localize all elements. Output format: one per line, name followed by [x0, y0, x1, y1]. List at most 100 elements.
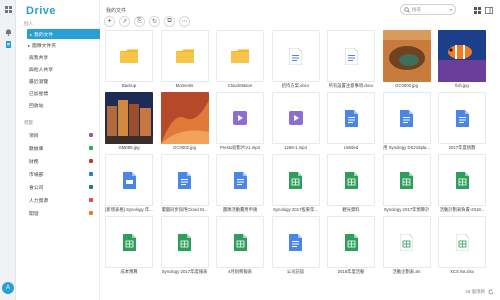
- file-tile[interactable]: 招待方案.docx: [269, 30, 320, 90]
- file-thumbnail[interactable]: [271, 30, 320, 82]
- file-tile[interactable]: 公司訪談: [269, 216, 320, 276]
- label-item-dev[interactable]: 開發: [16, 208, 100, 218]
- file-tile[interactable]: 活動企劃表.xls: [380, 216, 431, 276]
- file-tile[interactable]: 用 Synology DS218pla...: [380, 92, 431, 152]
- file-thumbnail[interactable]: [160, 154, 209, 206]
- file-name: Synology 2017股東年...: [273, 207, 318, 212]
- label-item-project[interactable]: 項目: [16, 130, 100, 140]
- file-thumbnail[interactable]: [438, 92, 486, 144]
- video-icon: [288, 111, 303, 125]
- file-tile[interactable]: [新增表格] Synology 年...: [102, 154, 153, 214]
- file-thumbnail[interactable]: [160, 30, 209, 82]
- file-tile[interactable]: 1268-1.mp4: [269, 92, 320, 152]
- file-name: CloudStation: [227, 83, 253, 88]
- sidebar-item-starred[interactable]: 已加星標: [16, 88, 100, 98]
- file-thumbnail[interactable]: [438, 216, 486, 268]
- folder-icon: [175, 49, 194, 63]
- duplicate-button[interactable]: ⧉: [164, 16, 175, 27]
- file-thumbnail[interactable]: [105, 30, 153, 82]
- file-thumbnail[interactable]: [271, 92, 320, 144]
- file-thumbnail[interactable]: [382, 216, 431, 268]
- file-tile[interactable]: fish.jpg: [435, 30, 486, 90]
- file-thumbnail[interactable]: [105, 92, 153, 144]
- file-tile[interactable]: GC0000.jpg: [380, 30, 431, 90]
- file-thumbnail[interactable]: [160, 92, 209, 144]
- file-thumbnail[interactable]: [271, 216, 320, 268]
- label-item-hr[interactable]: 人力資源: [16, 195, 100, 205]
- grid-icon[interactable]: [4, 5, 12, 13]
- file-tile[interactable]: Backup: [102, 30, 153, 90]
- file-thumbnail[interactable]: [382, 92, 431, 144]
- file-tile[interactable]: GC0002.jpg: [158, 92, 209, 152]
- grid-view-icon[interactable]: [472, 5, 482, 15]
- copy-button[interactable]: ⎘: [134, 16, 145, 27]
- label-name: 數據庫: [29, 146, 44, 152]
- word-file-icon: [289, 47, 302, 65]
- file-tile[interactable]: 所有設置注意事項.docx: [324, 30, 375, 90]
- spreadsheet-icon: [289, 171, 302, 189]
- drive-app: A Drive 個人 ▸ 我的文件 ▸ 團隊文件夾 與我共享 與他人共享 最近瀏…: [0, 0, 500, 300]
- breadcrumb[interactable]: 我的文件: [106, 7, 126, 14]
- chevron-down-icon[interactable]: ▾: [450, 7, 452, 12]
- label-item-marketing[interactable]: 市場部: [16, 169, 100, 179]
- file-tile[interactable]: 電腦同步與用Cloud St...: [158, 154, 209, 214]
- file-thumbnail[interactable]: [327, 92, 375, 144]
- refresh-icon[interactable]: [488, 289, 494, 295]
- file-thumbnail[interactable]: [438, 30, 486, 82]
- file-tile[interactable]: XCS list.xlsx: [435, 216, 486, 276]
- file-tile[interactable]: 團隊活動費用申請: [213, 154, 264, 214]
- file-thumbnail[interactable]: [327, 216, 375, 268]
- file-thumbnail[interactable]: [216, 92, 264, 144]
- sidebar-item-shared-with-me[interactable]: 與我共享: [16, 52, 100, 62]
- add-button[interactable]: +: [104, 16, 115, 27]
- file-tile[interactable]: 2018年度活動: [324, 216, 375, 276]
- label-item-database[interactable]: 數據庫: [16, 143, 100, 153]
- share-button[interactable]: ↗: [119, 16, 130, 27]
- sidebar-item-recycle-bin[interactable]: 回收站: [16, 100, 100, 110]
- file-tile[interactable]: GM089.jpg: [102, 92, 153, 152]
- more-button[interactable]: ⋯: [179, 16, 190, 27]
- file-thumbnail[interactable]: [271, 154, 320, 206]
- document-icon: [400, 109, 413, 127]
- search-input[interactable]: 搜尋 ▾: [400, 4, 456, 15]
- file-thumbnail[interactable]: [160, 216, 209, 268]
- file-thumbnail[interactable]: [327, 154, 375, 206]
- file-thumbnail[interactable]: [105, 216, 153, 268]
- file-name: 2018年度活動: [337, 269, 365, 274]
- file-tile[interactable]: 4月財務報表: [213, 216, 264, 276]
- file-tile[interactable]: Moments: [158, 30, 209, 90]
- sync-button[interactable]: ↻: [149, 16, 160, 27]
- file-thumbnail[interactable]: [327, 30, 375, 82]
- file-name: Presto短影片V1.mp4: [219, 145, 261, 150]
- file-tile[interactable]: CloudStation: [213, 30, 264, 90]
- sidebar-item-shared-with-others[interactable]: 與他人共享: [16, 64, 100, 74]
- sidebar-item-label: 與他人共享: [29, 67, 53, 73]
- file-tile[interactable]: 觀光資料: [324, 154, 375, 214]
- file-tile[interactable]: Synology 2017年度報表: [158, 216, 209, 276]
- image-thumbnail: [438, 30, 486, 82]
- file-tile[interactable]: Presto短影片V1.mp4: [213, 92, 264, 152]
- file-tile[interactable]: Synology 2017年預算計: [380, 154, 431, 214]
- label-item-finance[interactable]: 財務: [16, 156, 100, 166]
- document-icon[interactable]: [4, 40, 12, 48]
- file-thumbnail[interactable]: [216, 30, 264, 82]
- file-tile[interactable]: Untitled: [324, 92, 375, 152]
- file-thumbnail[interactable]: [216, 154, 264, 206]
- sidebar-item-recent[interactable]: 最近瀏覽: [16, 76, 100, 86]
- info-panel-icon[interactable]: [484, 5, 494, 15]
- avatar[interactable]: A: [2, 282, 14, 294]
- file-thumbnail[interactable]: [216, 216, 264, 268]
- file-thumbnail[interactable]: [105, 154, 153, 206]
- file-thumbnail[interactable]: [382, 154, 431, 206]
- file-tile[interactable]: Synology 2017股東年...: [269, 154, 320, 214]
- file-tile[interactable]: 活動計劃表負責-2018...: [435, 154, 486, 214]
- file-thumbnail[interactable]: [382, 30, 431, 82]
- label-item-company[interactable]: 會公司: [16, 182, 100, 192]
- file-tile[interactable]: 成本預算: [102, 216, 153, 276]
- bell-icon[interactable]: [4, 28, 12, 36]
- sidebar-item-my-files[interactable]: ▸ 我的文件: [27, 29, 100, 39]
- document-icon: [344, 109, 358, 127]
- sidebar-item-team-folders[interactable]: ▸ 團隊文件夾: [16, 40, 100, 50]
- file-thumbnail[interactable]: [438, 154, 486, 206]
- file-tile[interactable]: 2017年度規劃: [435, 92, 486, 152]
